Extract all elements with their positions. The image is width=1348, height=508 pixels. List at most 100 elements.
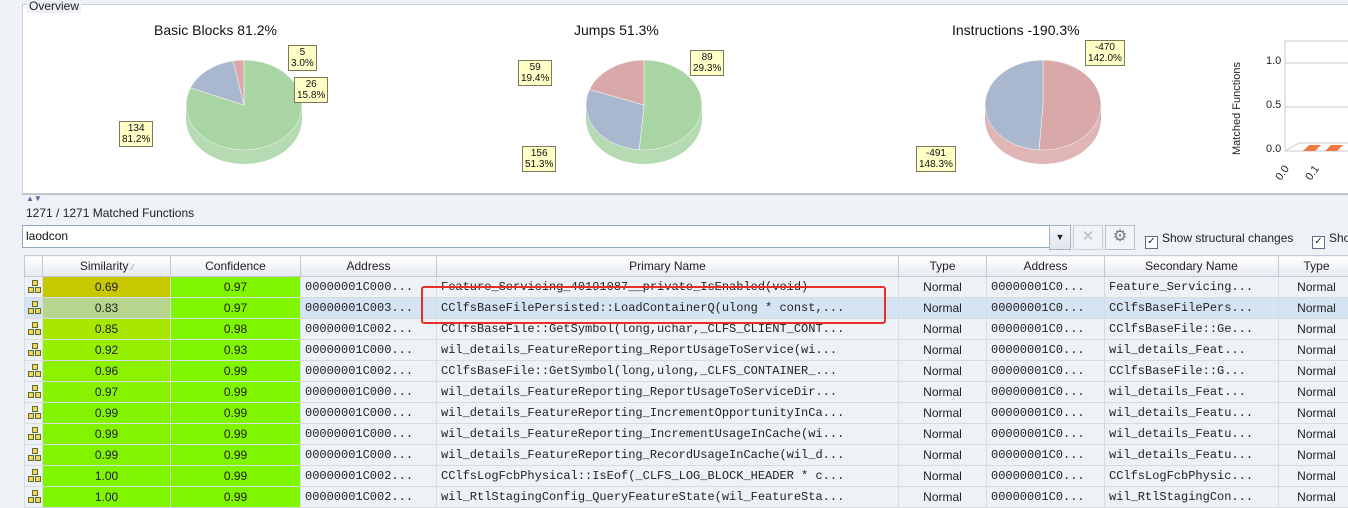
type2-cell: Normal bbox=[1279, 466, 1348, 487]
callout-bb-26: 2615.8% bbox=[294, 77, 328, 103]
match-tree-icon bbox=[25, 424, 43, 445]
table-row[interactable]: 0.990.9900000001C000...wil_details_Featu… bbox=[25, 403, 1348, 424]
callout-instr-491: -491148.3% bbox=[916, 146, 956, 172]
address2-cell: 00000001C0... bbox=[987, 340, 1105, 361]
column-header-icon[interactable] bbox=[25, 256, 43, 277]
primary-name-cell: wil_RtlStagingConfig_QueryFeatureState(w… bbox=[437, 487, 899, 508]
ytick-2: 0.5 bbox=[1266, 99, 1281, 111]
similarity-cell: 0.99 bbox=[43, 403, 171, 424]
address-cell: 00000001C002... bbox=[301, 319, 437, 340]
table-row[interactable]: 0.920.9300000001C000...wil_details_Featu… bbox=[25, 340, 1348, 361]
primary-name-cell: wil_details_FeatureReporting_ReportUsage… bbox=[437, 340, 899, 361]
table-row[interactable]: 1.000.9900000001C002...wil_RtlStagingCon… bbox=[25, 487, 1348, 508]
match-tree-icon bbox=[25, 382, 43, 403]
secondary-name-cell: CClfsBaseFilePers... bbox=[1105, 298, 1279, 319]
address2-cell: 00000001C0... bbox=[987, 298, 1105, 319]
type2-cell: Normal bbox=[1279, 445, 1348, 466]
address-cell: 00000001C002... bbox=[301, 466, 437, 487]
confidence-cell: 0.99 bbox=[171, 361, 301, 382]
confidence-cell: 0.93 bbox=[171, 340, 301, 361]
callout-instr-470: -470142.0% bbox=[1085, 40, 1125, 66]
confidence-cell: 0.99 bbox=[171, 445, 301, 466]
type2-cell: Normal bbox=[1279, 382, 1348, 403]
column-header-type[interactable]: Type bbox=[899, 256, 987, 277]
match-tree-icon bbox=[25, 487, 43, 508]
similarity-cell: 0.96 bbox=[43, 361, 171, 382]
match-tree-icon bbox=[25, 340, 43, 361]
bar-chart-frame bbox=[1285, 41, 1348, 151]
type-cell: Normal bbox=[899, 403, 987, 424]
table-row[interactable]: 1.000.9900000001C002...CClfsLogFcbPhysic… bbox=[25, 466, 1348, 487]
confidence-cell: 0.99 bbox=[171, 382, 301, 403]
similarity-cell: 0.97 bbox=[43, 382, 171, 403]
callout-jumps-156: 15651.3% bbox=[522, 146, 556, 172]
confidence-cell: 0.99 bbox=[171, 424, 301, 445]
confidence-cell: 0.98 bbox=[171, 319, 301, 340]
address2-cell: 00000001C0... bbox=[987, 319, 1105, 340]
address-cell: 00000001C000... bbox=[301, 340, 437, 361]
type-cell: Normal bbox=[899, 445, 987, 466]
similarity-cell: 0.83 bbox=[43, 298, 171, 319]
primary-name-cell: wil_details_FeatureReporting_IncrementUs… bbox=[437, 424, 899, 445]
table-row[interactable]: 0.990.9900000001C000...wil_details_Featu… bbox=[25, 424, 1348, 445]
chevron-down-icon[interactable]: ▼ bbox=[1049, 225, 1071, 250]
column-header-address[interactable]: Address bbox=[301, 256, 437, 277]
column-header-type2[interactable]: Type bbox=[1279, 256, 1348, 277]
bar-chart-bars bbox=[1303, 145, 1343, 151]
secondary-name-cell: wil_details_Featu... bbox=[1105, 403, 1279, 424]
column-header-address2[interactable]: Address bbox=[987, 256, 1105, 277]
table-row[interactable]: 0.970.9900000001C000...wil_details_Featu… bbox=[25, 382, 1348, 403]
type2-cell: Normal bbox=[1279, 487, 1348, 508]
match-tree-icon bbox=[25, 298, 43, 319]
secondary-name-cell: wil_details_Feat... bbox=[1105, 340, 1279, 361]
secondary-name-cell: CClfsBaseFile::Ge... bbox=[1105, 319, 1279, 340]
similarity-cell: 0.69 bbox=[43, 277, 171, 298]
secondary-name-cell: Feature_Servicing... bbox=[1105, 277, 1279, 298]
secondary-name-cell: wil_details_Featu... bbox=[1105, 424, 1279, 445]
overview-panel: Overview Basic Blocks 81.2% Jumps 51.3% … bbox=[22, 4, 1348, 194]
type-cell: Normal bbox=[899, 466, 987, 487]
splitter-arrows[interactable]: ▲▼ bbox=[26, 194, 42, 203]
confidence-cell: 0.99 bbox=[171, 466, 301, 487]
type2-cell: Normal bbox=[1279, 424, 1348, 445]
primary-name-cell: wil_details_FeatureReporting_IncrementOp… bbox=[437, 403, 899, 424]
address2-cell: 00000001C0... bbox=[987, 445, 1105, 466]
type2-cell: Normal bbox=[1279, 403, 1348, 424]
type-cell: Normal bbox=[899, 424, 987, 445]
secondary-name-cell: CClfsLogFcbPhysic... bbox=[1105, 466, 1279, 487]
column-header-primary-name[interactable]: Primary Name bbox=[437, 256, 899, 277]
type2-cell: Normal bbox=[1279, 340, 1348, 361]
type-cell: Normal bbox=[899, 361, 987, 382]
column-header-secondary-name[interactable]: Secondary Name bbox=[1105, 256, 1279, 277]
type2-cell: Normal bbox=[1279, 277, 1348, 298]
secondary-name-cell: CClfsBaseFile::G... bbox=[1105, 361, 1279, 382]
ytick-3: 0.0 bbox=[1266, 143, 1281, 155]
primary-name-cell: CClfsLogFcbPhysical::IsEof(_CLFS_LOG_BLO… bbox=[437, 466, 899, 487]
address-cell: 00000001C000... bbox=[301, 445, 437, 466]
address2-cell: 00000001C0... bbox=[987, 487, 1105, 508]
close-icon[interactable]: ✕ bbox=[1073, 225, 1103, 250]
primary-name-cell: CClfsBaseFile::GetSymbol(long,ulong,_CLF… bbox=[437, 361, 899, 382]
secondary-name-cell: wil_details_Feat... bbox=[1105, 382, 1279, 403]
filter-field[interactable] bbox=[22, 225, 1070, 248]
table-row[interactable]: 0.990.9900000001C000...wil_details_Featu… bbox=[25, 445, 1348, 466]
confidence-cell: 0.99 bbox=[171, 403, 301, 424]
bar-chart-ylabel: Matched Functions bbox=[1231, 62, 1243, 155]
gear-icon[interactable]: ⚙ bbox=[1105, 225, 1135, 250]
splitter[interactable] bbox=[22, 194, 1348, 201]
show-structural-changes-checkbox[interactable]: ✓Show structural changes bbox=[1145, 231, 1293, 245]
column-header-similarity[interactable]: Similarity ⁄ bbox=[43, 256, 171, 277]
address2-cell: 00000001C0... bbox=[987, 361, 1105, 382]
column-header-confidence[interactable]: Confidence bbox=[171, 256, 301, 277]
table-row[interactable]: 0.960.9900000001C002...CClfsBaseFile::Ge… bbox=[25, 361, 1348, 382]
show-cut-checkbox[interactable]: ✓Sho bbox=[1312, 231, 1348, 245]
primary-name-cell: wil_details_FeatureReporting_ReportUsage… bbox=[437, 382, 899, 403]
address-cell: 00000001C002... bbox=[301, 361, 437, 382]
address-cell: 00000001C003... bbox=[301, 298, 437, 319]
address2-cell: 00000001C0... bbox=[987, 403, 1105, 424]
address-cell: 00000001C000... bbox=[301, 403, 437, 424]
filter-input[interactable] bbox=[23, 226, 1049, 245]
type2-cell: Normal bbox=[1279, 361, 1348, 382]
primary-name-cell: wil_details_FeatureReporting_RecordUsage… bbox=[437, 445, 899, 466]
secondary-name-cell: wil_details_Featu... bbox=[1105, 445, 1279, 466]
